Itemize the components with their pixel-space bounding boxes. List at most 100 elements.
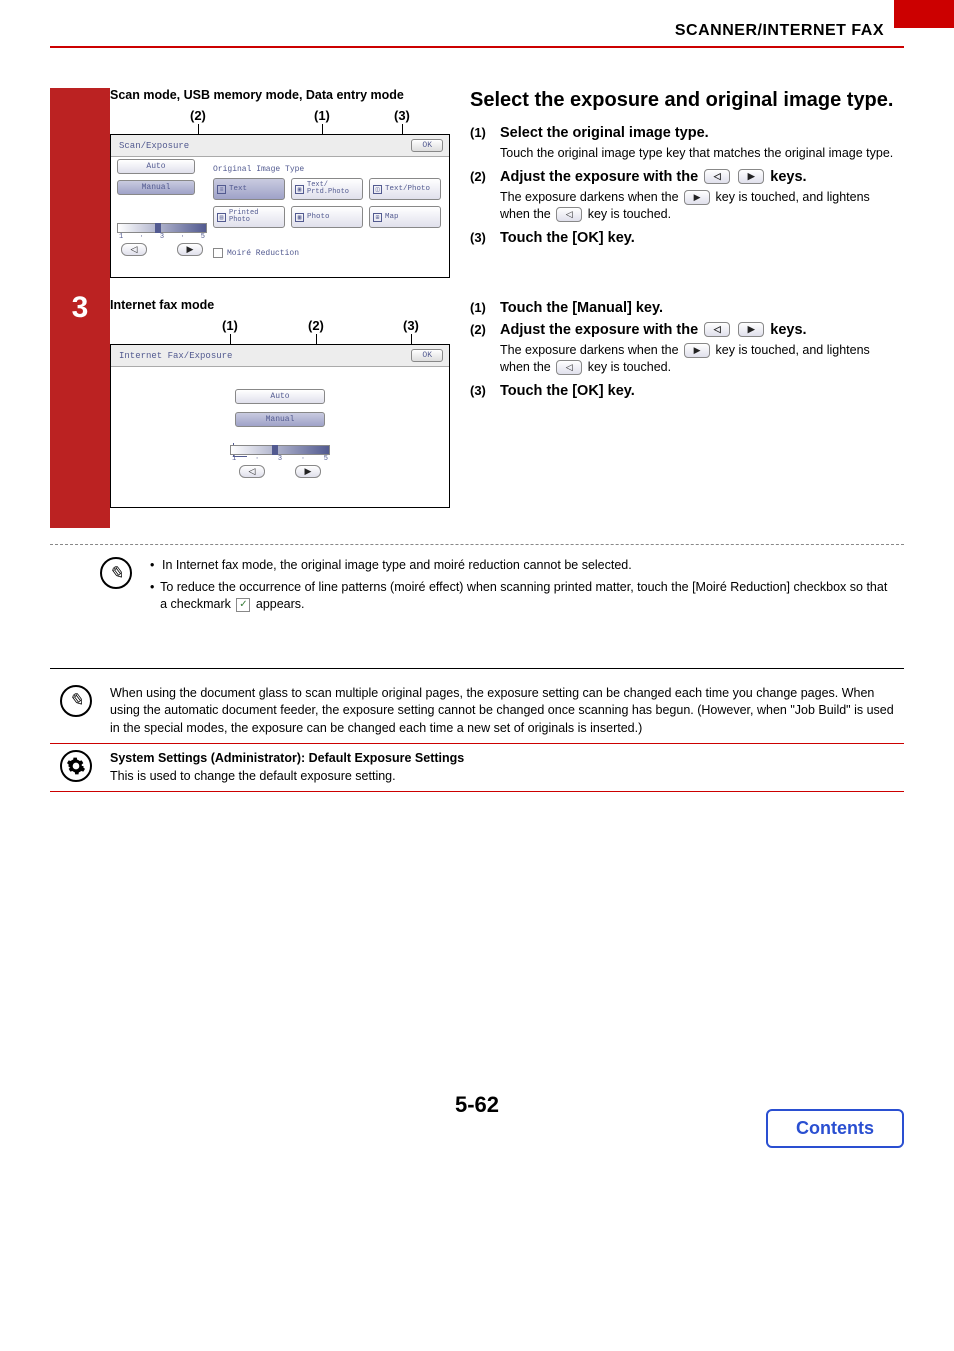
right-arrow-icon: ▶ (684, 190, 710, 205)
system-settings-heading: System Settings (Administrator): Default… (110, 750, 894, 768)
scale-dot: · (180, 233, 184, 241)
type-map-button[interactable]: ⊞Map (369, 206, 441, 228)
heading-part: keys. (770, 169, 806, 185)
step-desc: The exposure darkens when the ▶ key is t… (500, 189, 894, 224)
callout-3: (3) (403, 318, 419, 333)
header-accent (894, 0, 954, 28)
scale-dot: · (255, 455, 259, 463)
auto-button[interactable]: Auto (117, 159, 195, 174)
exposure-slider[interactable]: 1·3·5 ◁ ▶ (230, 445, 330, 478)
callout-2: (2) (308, 318, 324, 333)
step-desc: Touch the original image type key that m… (500, 145, 894, 163)
scale-min: 1 (119, 233, 123, 241)
moire-checkbox[interactable] (213, 248, 223, 258)
ifax-exposure-panel: Internet Fax/Exposure OK Auto Manual (110, 344, 450, 508)
type-label: Map (385, 213, 399, 221)
photo-icon: ▦ (295, 213, 304, 222)
exposure-slider[interactable]: 1·3·5 ◁ ▶ (117, 223, 207, 256)
scale-max: 5 (201, 233, 205, 241)
type-printed-photo-button[interactable]: ▤Printed Photo (213, 206, 285, 228)
text-icon: ≡ (217, 185, 226, 194)
ifax-mode-title: Internet fax mode (110, 298, 450, 312)
pencil-icon: ✎ (100, 557, 132, 589)
dotted-separator (50, 544, 904, 545)
step-heading: Touch the [Manual] key. (500, 300, 894, 316)
ok-button[interactable]: OK (411, 349, 443, 362)
step-num: (3) (470, 230, 500, 246)
note-line: In Internet fax mode, the original image… (162, 557, 632, 575)
type-label: Printed Photo (229, 210, 258, 224)
info-text: When using the document glass to scan mu… (110, 685, 894, 738)
note-line: To reduce the occurrence of line pattern… (160, 579, 894, 614)
printed-photo-icon: ▤ (217, 213, 226, 222)
breadcrumb: SCANNER/INTERNET FAX (0, 0, 954, 46)
type-text-button[interactable]: ≡Text (213, 178, 285, 200)
right-arrow-icon: ▶ (684, 343, 710, 358)
left-arrow-icon: ◁ (556, 360, 582, 375)
gear-icon (60, 750, 92, 782)
callout-1: (1) (314, 108, 330, 123)
heading-part: keys. (770, 322, 806, 338)
step-number: 3 (72, 291, 89, 325)
scale-dot: · (301, 455, 305, 463)
step-num: (1) (470, 125, 500, 163)
step-num: (2) (470, 169, 500, 224)
heading-part: Adjust the exposure with the (500, 169, 702, 185)
step axios-num: (3) (470, 383, 500, 399)
left-arrow-icon: ◁ (704, 169, 730, 184)
bullet-icon: • (150, 579, 160, 614)
darken-button[interactable]: ▶ (177, 243, 203, 256)
bullet-icon: • (150, 557, 162, 575)
scan-mode-title: Scan mode, USB memory mode, Data entry m… (110, 88, 450, 102)
heading-part: Adjust the exposure with the (500, 322, 702, 338)
checkmark-icon: ✓ (236, 598, 250, 612)
type-label: Text/ Prtd.Photo (307, 182, 349, 196)
system-settings-desc: This is used to change the default expos… (110, 768, 894, 786)
step-heading: Select the original image type. (500, 125, 894, 141)
manual-button[interactable]: Manual (235, 412, 325, 427)
callout-2: (2) (190, 108, 206, 123)
header-rule (50, 46, 904, 48)
step-desc: The exposure darkens when the ▶ key is t… (500, 342, 894, 377)
scale-max: 5 (324, 455, 328, 463)
type-text-photo-button[interactable]: ◫Text/Photo (369, 178, 441, 200)
panel-title: Scan/Exposure (111, 141, 411, 151)
ok-button[interactable]: OK (411, 139, 443, 152)
type-photo-button[interactable]: ▦Photo (291, 206, 363, 228)
step-heading: Adjust the exposure with the ◁ ▶ keys. (500, 169, 894, 185)
step-heading: Touch the [OK] key. (500, 383, 894, 399)
left-arrow-icon: ◁ (704, 322, 730, 337)
darken-button[interactable]: ▶ (295, 465, 321, 478)
pencil-icon: ✎ (60, 685, 92, 717)
lighten-button[interactable]: ◁ (239, 465, 265, 478)
auto-button[interactable]: Auto (235, 389, 325, 404)
step-indicator: 3 (50, 88, 110, 528)
callout-3: (3) (394, 108, 410, 123)
right-arrow-icon: ▶ (738, 322, 764, 337)
type-label: Text/Photo (385, 185, 430, 193)
callout-1: (1) (222, 318, 238, 333)
manual-button[interactable]: Manual (117, 180, 195, 195)
type-label: Photo (307, 213, 330, 221)
original-image-type-label: Original Image Type (213, 165, 443, 174)
type-label: Text (229, 185, 247, 193)
section-title: Select the exposure and original image t… (470, 88, 894, 113)
separator (50, 791, 904, 792)
lighten-button[interactable]: ◁ (121, 243, 147, 256)
map-icon: ⊞ (373, 213, 382, 222)
scale-dot: · (139, 233, 143, 241)
scan-exposure-panel: Scan/Exposure OK Auto Manual Original Im… (110, 134, 450, 278)
moire-label: Moiré Reduction (227, 249, 299, 258)
type-text-prtd-photo-button[interactable]: ▣Text/ Prtd.Photo (291, 178, 363, 200)
step-heading: Touch the [OK] key. (500, 230, 894, 246)
contents-button[interactable]: Contents (766, 1109, 904, 1148)
right-arrow-icon: ▶ (738, 169, 764, 184)
text-photo-icon: ◫ (373, 185, 382, 194)
step-heading: Adjust the exposure with the ◁ ▶ keys. (500, 322, 894, 338)
step-num: (2) (470, 322, 500, 377)
step-num: (1) (470, 300, 500, 316)
text-prtd-icon: ▣ (295, 185, 304, 194)
panel-title: Internet Fax/Exposure (111, 351, 411, 361)
separator (50, 668, 904, 669)
left-arrow-icon: ◁ (556, 207, 582, 222)
